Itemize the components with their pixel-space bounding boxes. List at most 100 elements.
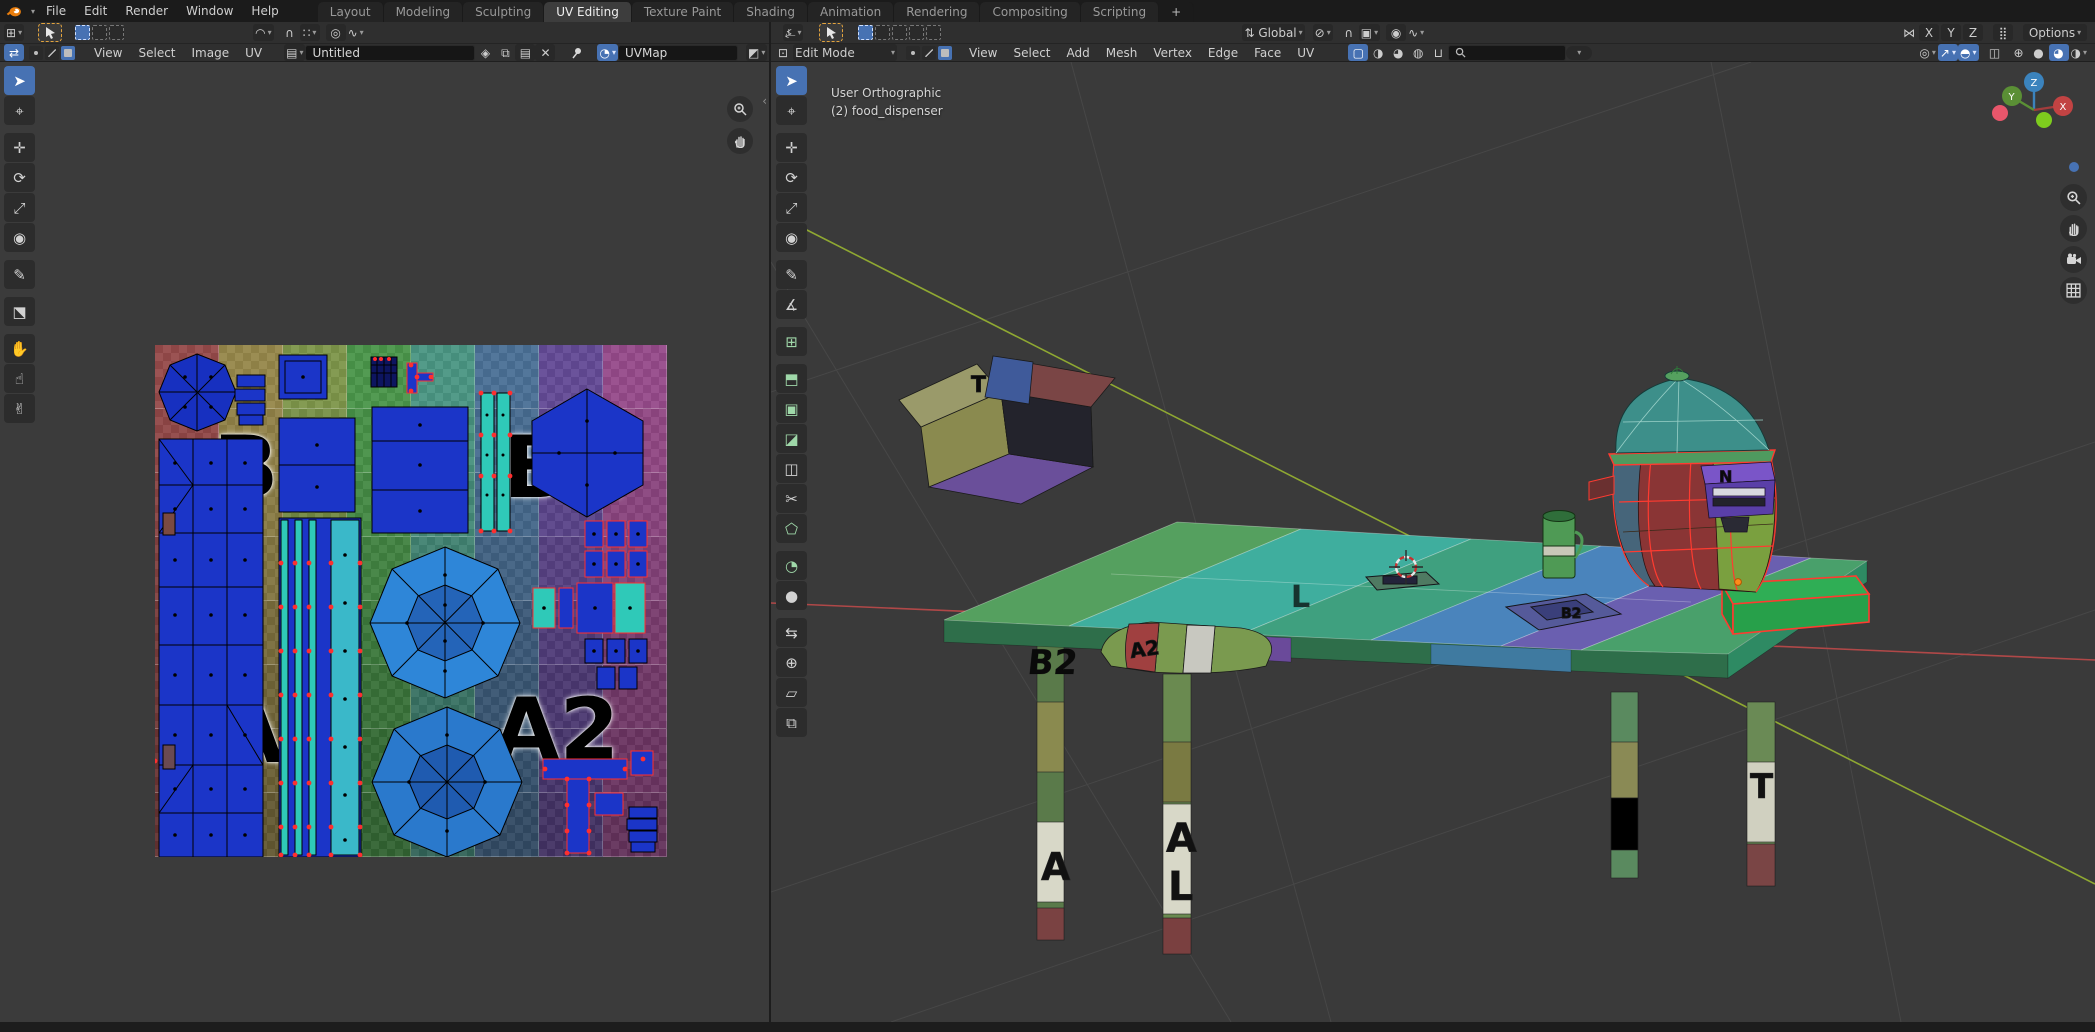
vp-orientation-dropdown[interactable]: ⇅ Global▾ (1242, 24, 1304, 41)
annotate-tool[interactable]: ✎ (4, 260, 35, 289)
topbar-menu-file[interactable]: File (37, 2, 75, 20)
uv-menu-image[interactable]: Image (184, 45, 238, 61)
visibility-dropdown[interactable]: ◎▾ (1917, 44, 1938, 61)
topbar-menu-help[interactable]: Help (242, 2, 287, 20)
paint-mask-icon[interactable]: ⊔ (1428, 44, 1448, 61)
scale-tool[interactable]: ⤢ (776, 193, 807, 222)
gizmo-minus-y-axis[interactable] (2036, 112, 2052, 128)
relax-tool[interactable]: ☝ (4, 364, 35, 393)
select-box-tool[interactable]: ➤ (4, 66, 35, 95)
workspace-tab-scripting[interactable]: Scripting (1081, 2, 1159, 22)
uv-image-canvas[interactable]: B1 B2 A1 A2 (155, 345, 667, 857)
move-tool[interactable]: ✛ (776, 133, 807, 162)
vp-pan-button[interactable] (2060, 215, 2087, 242)
falloff-dots-icon[interactable]: ⣿ (1993, 24, 2013, 41)
cursor-tool[interactable]: ⌖ (4, 96, 35, 125)
uv-sidebar-arrow[interactable]: ‹ (762, 94, 767, 108)
vp-selopt-extend[interactable] (875, 25, 890, 40)
edge-slide-tool[interactable]: ⇆ (776, 618, 807, 647)
vp-menu-select[interactable]: Select (1005, 45, 1058, 61)
navigation-gizmo[interactable]: Z Y X (1991, 68, 2077, 154)
add-workspace-tab[interactable]: + (1159, 2, 1194, 22)
uv-editor-type-button[interactable]: ⊞▾ (4, 24, 24, 41)
unlink-image-icon[interactable]: ✕ (535, 44, 555, 61)
uv-menu-uv[interactable]: UV (237, 45, 270, 61)
gizmo-minus-x-axis[interactable] (1992, 105, 2008, 121)
vp-pivot-button[interactable]: ▣▾ (1359, 24, 1380, 41)
viewport-scene[interactable]: A A L T (771, 62, 2095, 1022)
vp-snap-target-button[interactable]: ⊘▾ (1313, 24, 1333, 41)
topbar-menu-window[interactable]: Window (177, 2, 242, 20)
uv-select-mode-edge[interactable] (45, 46, 59, 60)
vp-menu-vertex[interactable]: Vertex (1145, 45, 1200, 61)
camera-dot-indicator[interactable] (2069, 162, 2079, 172)
uv-pan-button[interactable] (727, 128, 753, 154)
vp-proportional-button[interactable]: ◉ (1386, 24, 1406, 41)
uvmap-sphere-icon[interactable]: ◔▾ (597, 44, 618, 61)
editor-divider[interactable] (769, 22, 771, 1022)
blender-logo-icon[interactable] (6, 4, 23, 18)
workspace-tab-animation[interactable]: Animation (808, 2, 894, 22)
workspace-tab-rendering[interactable]: Rendering (894, 2, 980, 22)
grid-ortho-button[interactable] (2060, 277, 2087, 304)
cursor-tool[interactable]: ⌖ (776, 96, 807, 125)
vp-select-mode-edge[interactable] (922, 46, 936, 60)
image-name-field[interactable]: Untitled (305, 45, 475, 61)
loaf-mesh[interactable]: A2 (1101, 622, 1272, 673)
move-tool[interactable]: ✛ (4, 133, 35, 162)
grab-tool[interactable]: ✋ (4, 334, 35, 363)
select-box-tool[interactable]: ➤ (776, 66, 807, 95)
uv-menu-view[interactable]: View (86, 45, 130, 61)
uvmap-field[interactable]: UVMap (618, 45, 738, 61)
vp-menu-mesh[interactable]: Mesh (1098, 45, 1146, 61)
uv-menu-select[interactable]: Select (130, 45, 183, 61)
workspace-tab-uv-editing[interactable]: UV Editing (544, 2, 632, 22)
xray-square-icon[interactable]: ▢ (1348, 44, 1368, 61)
viewport-search-input[interactable] (1448, 45, 1566, 61)
fake-user-shield-icon[interactable]: ◈ (475, 44, 495, 61)
edit-mode-cube-icon[interactable]: ⊡ (773, 44, 793, 61)
vp-selopt-difference[interactable] (909, 25, 924, 40)
transform-tool[interactable]: ◉ (4, 223, 35, 252)
vp-falloff-button[interactable]: ∿▾ (1406, 24, 1426, 41)
spin-tool[interactable]: ◔ (776, 551, 807, 580)
extrude-tool[interactable]: ⬒ (776, 364, 807, 393)
uv-islands[interactable] (155, 345, 667, 857)
poly-build-tool[interactable]: ⬠ (776, 514, 807, 543)
mirror-x-button[interactable]: X (1919, 24, 1939, 41)
uv-selopt-new[interactable] (75, 25, 90, 40)
vp-menu-uv[interactable]: UV (1289, 45, 1322, 61)
knife-tool[interactable]: ✂ (776, 484, 807, 513)
search-collapse-pill[interactable]: ▾ (1566, 46, 1592, 60)
shading-wireframe-button[interactable]: ⊕ (2009, 44, 2029, 61)
uv-zoom-button[interactable] (727, 96, 753, 122)
vp-menu-edge[interactable]: Edge (1200, 45, 1246, 61)
workspace-tab-layout[interactable]: Layout (318, 2, 384, 22)
mirror-y-button[interactable]: Y (1941, 24, 1961, 41)
rip-region-tool[interactable]: ⬔ (4, 297, 35, 326)
rotate-tool[interactable]: ⟳ (776, 163, 807, 192)
measure-tool[interactable]: ∡ (776, 290, 807, 319)
workspace-tab-texture-paint[interactable]: Texture Paint (632, 2, 734, 22)
image-display-dropdown[interactable]: ◩▾ (746, 44, 767, 61)
rotate-tool[interactable]: ⟳ (4, 163, 35, 192)
shading-material-button[interactable]: ◕ (2049, 44, 2069, 61)
mode-dropdown[interactable]: Edit Mode▾ (793, 44, 897, 61)
vp-tool-header-button[interactable]: ⍼▾ (783, 24, 803, 41)
uv-selopt-extend[interactable] (92, 25, 107, 40)
options-dropdown[interactable]: Options▾ (2023, 24, 2087, 41)
loop-cut-tool[interactable]: ◫ (776, 454, 807, 483)
uv-snap-magnet-button[interactable]: ∩ (280, 24, 300, 41)
workspace-tab-modeling[interactable]: Modeling (384, 2, 464, 22)
transform-tool[interactable]: ◉ (776, 223, 807, 252)
annotate-tool[interactable]: ✎ (776, 260, 807, 289)
topbar-menu-edit[interactable]: Edit (75, 2, 116, 20)
workspace-tab-shading[interactable]: Shading (734, 2, 808, 22)
smooth-tool[interactable]: ● (776, 581, 807, 610)
image-browse-button[interactable]: ▤▾ (284, 44, 305, 61)
vp-selopt-intersect[interactable] (926, 25, 941, 40)
rip-region-tool[interactable]: ⧉ (776, 708, 807, 737)
vp-snap-magnet-button[interactable]: ∩ (1339, 24, 1359, 41)
xray-toggle[interactable]: ◫ (1985, 44, 2005, 61)
pinch-tool[interactable]: ✌ (4, 394, 35, 423)
